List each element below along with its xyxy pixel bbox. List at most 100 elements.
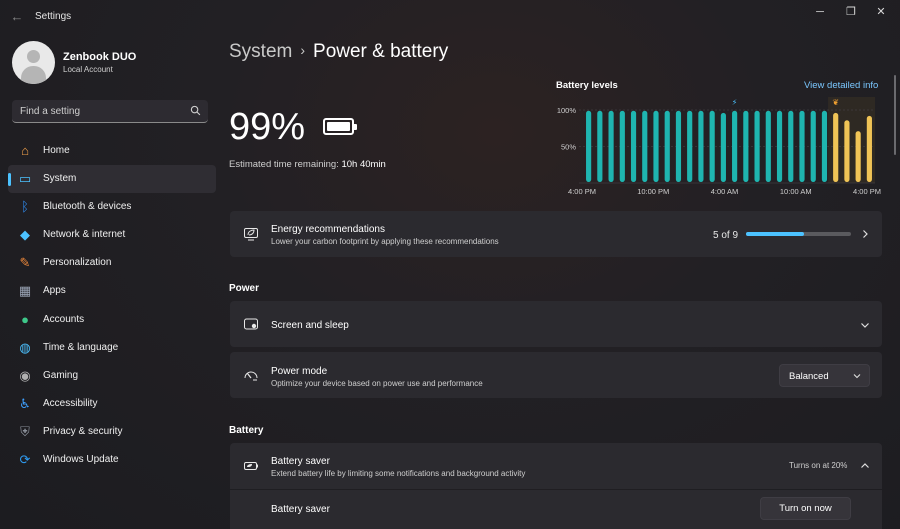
sidebar-item-label: Personalization	[43, 257, 112, 269]
system-icon: ▭	[18, 171, 32, 187]
sidebar-item-network-internet[interactable]: ◆ Network & internet	[8, 221, 216, 249]
screen-and-sleep-card[interactable]: Screen and sleep	[230, 301, 882, 347]
brush-icon: ✎	[19, 255, 31, 271]
chart-bar	[765, 110, 771, 182]
sidebar-item-home[interactable]: ⌂ Home	[8, 137, 216, 165]
sidebar-item-system[interactable]: ▭ System	[8, 165, 216, 194]
energy-progress-bar	[746, 232, 851, 236]
chart-bar	[630, 110, 637, 182]
y-tick-label: 100%	[557, 106, 577, 115]
chart-title: Battery levels	[556, 80, 618, 91]
shield-icon: ⛨	[20, 423, 30, 439]
power-mode-dropdown[interactable]: Balanced	[779, 364, 870, 387]
battery-heading: Battery	[229, 425, 264, 436]
charging-marker-icon: ⚡	[732, 98, 738, 107]
home-icon: ⌂	[21, 143, 29, 158]
chart-bar	[743, 110, 749, 182]
sidebar-item-apps[interactable]: ▦ Apps	[8, 277, 216, 305]
sidebar-item-label: System	[43, 173, 77, 185]
estimate-label: Estimated time remaining:	[229, 159, 339, 170]
estimate-value: 10h 40min	[341, 159, 386, 170]
power-mode-icon	[244, 371, 258, 381]
x-tick-label: 4:00 PM	[568, 187, 596, 196]
power-mode-value: Balanced	[789, 371, 829, 382]
sidebar-item-personalization[interactable]: ✎ Personalization	[8, 249, 216, 277]
globe-icon: ◍	[19, 339, 31, 355]
battery-saver-subtitle: Extend battery life by limiting some not…	[271, 469, 526, 478]
battery-saver-card[interactable]: Battery saver Extend battery life by lim…	[230, 443, 882, 489]
power-mode-subtitle: Optimize your device based on power use …	[271, 379, 483, 388]
page-title: Power & battery	[313, 41, 449, 62]
energy-subtitle: Lower your carbon footprint by applying …	[271, 237, 499, 246]
sidebar-item-bluetooth-devices[interactable]: ᛒ Bluetooth & devices	[8, 193, 216, 221]
breadcrumb: System › Power & battery	[229, 41, 448, 63]
breadcrumb-parent[interactable]: System	[229, 41, 292, 62]
screen-sleep-icon	[244, 318, 258, 330]
chevron-down-icon	[861, 323, 869, 328]
chevron-down-icon	[853, 374, 861, 379]
sidebar-item-label: Apps	[43, 285, 66, 297]
scrollbar[interactable]	[894, 75, 896, 155]
chevron-right-icon	[863, 230, 868, 238]
sidebar-item-accessibility[interactable]: ♿ Accessibility	[8, 390, 216, 418]
back-button[interactable]: ←	[8, 8, 26, 26]
maximize-button[interactable]: ❐	[836, 4, 866, 20]
leaf-icon	[244, 228, 258, 241]
nav-list: ⌂ Home ▭ System ᛒ Bluetooth & devices ◆ Network…	[0, 137, 220, 474]
avatar[interactable]	[12, 41, 55, 84]
sidebar-item-label: Gaming	[43, 369, 79, 381]
chart-bar	[754, 110, 760, 182]
gamepad-icon: ◉	[19, 367, 31, 383]
chart-bar	[619, 110, 625, 182]
screen-sleep-title: Screen and sleep	[271, 320, 349, 331]
sidebar-item-label: Accounts	[43, 313, 85, 325]
chart-bar	[855, 131, 861, 182]
chart-bar	[687, 110, 693, 182]
chart-bar	[597, 110, 603, 182]
app-title: Settings	[35, 11, 72, 22]
battery-saver-title: Battery saver	[271, 456, 330, 467]
chart-bar	[833, 112, 839, 182]
power-mode-title: Power mode	[271, 366, 328, 377]
chart-bar	[866, 115, 872, 182]
sidebar-item-gaming[interactable]: ◉ Gaming	[8, 362, 216, 390]
bluetooth-icon: ᛒ	[21, 199, 29, 215]
chart-bar	[664, 110, 670, 182]
search-input[interactable]: Find a setting	[20, 106, 80, 117]
sidebar-item-windows-update[interactable]: ⟳ Windows Update	[8, 446, 216, 474]
sidebar-item-label: Privacy & security	[43, 425, 123, 437]
power-heading: Power	[229, 283, 260, 294]
x-tick-label: 10:00 PM	[637, 187, 669, 196]
chart-bar	[586, 110, 592, 182]
sidebar-item-label: Network & internet	[43, 229, 126, 241]
battery-levels-chart: 100% 50% ⚡ ❦ 4:00 PM 10:00 PM 4:00 AM 10:00 AM 4…	[557, 97, 881, 196]
chart-bar	[788, 110, 794, 182]
chart-bar	[821, 110, 828, 182]
turn-on-now-button[interactable]: Turn on now	[760, 497, 851, 520]
estimated-time: Estimated time remaining: 10h 40min	[229, 159, 386, 170]
battery-percent: 99%	[229, 106, 306, 148]
account-name: Zenbook DUO	[63, 51, 137, 63]
view-detailed-info-link[interactable]: View detailed info	[804, 80, 878, 91]
sidebar-item-label: Windows Update	[43, 454, 119, 466]
battery-saver-status: Turns on at 20%	[789, 461, 848, 470]
sidebar: Zenbook DUO Local Account Find a setting…	[0, 34, 220, 529]
chart-bar	[720, 112, 726, 182]
account-type: Local Account	[63, 65, 113, 74]
chevron-up-icon	[861, 463, 869, 468]
sidebar-item-privacy-security[interactable]: ⛨ Privacy & security	[8, 418, 216, 446]
y-tick-label: 50%	[561, 143, 576, 152]
sidebar-item-label: Bluetooth & devices	[43, 201, 132, 213]
x-tick-label: 4:00 PM	[853, 187, 881, 196]
breadcrumb-separator: ›	[300, 42, 306, 58]
chart-bar	[653, 110, 659, 182]
sidebar-item-time-language[interactable]: ◍ Time & language	[8, 334, 216, 362]
battery-saver-marker-icon: ❦	[832, 98, 839, 107]
minimize-button[interactable]: ─	[805, 4, 835, 20]
close-button[interactable]: ✕	[866, 4, 896, 20]
chart-bar	[709, 110, 715, 182]
energy-title: Energy recommendations	[271, 224, 385, 235]
title-bar: ← Settings ─ ❐ ✕	[0, 0, 900, 34]
sidebar-item-accounts[interactable]: ● Accounts	[8, 306, 216, 334]
search-box[interactable]: Find a setting	[12, 100, 208, 123]
